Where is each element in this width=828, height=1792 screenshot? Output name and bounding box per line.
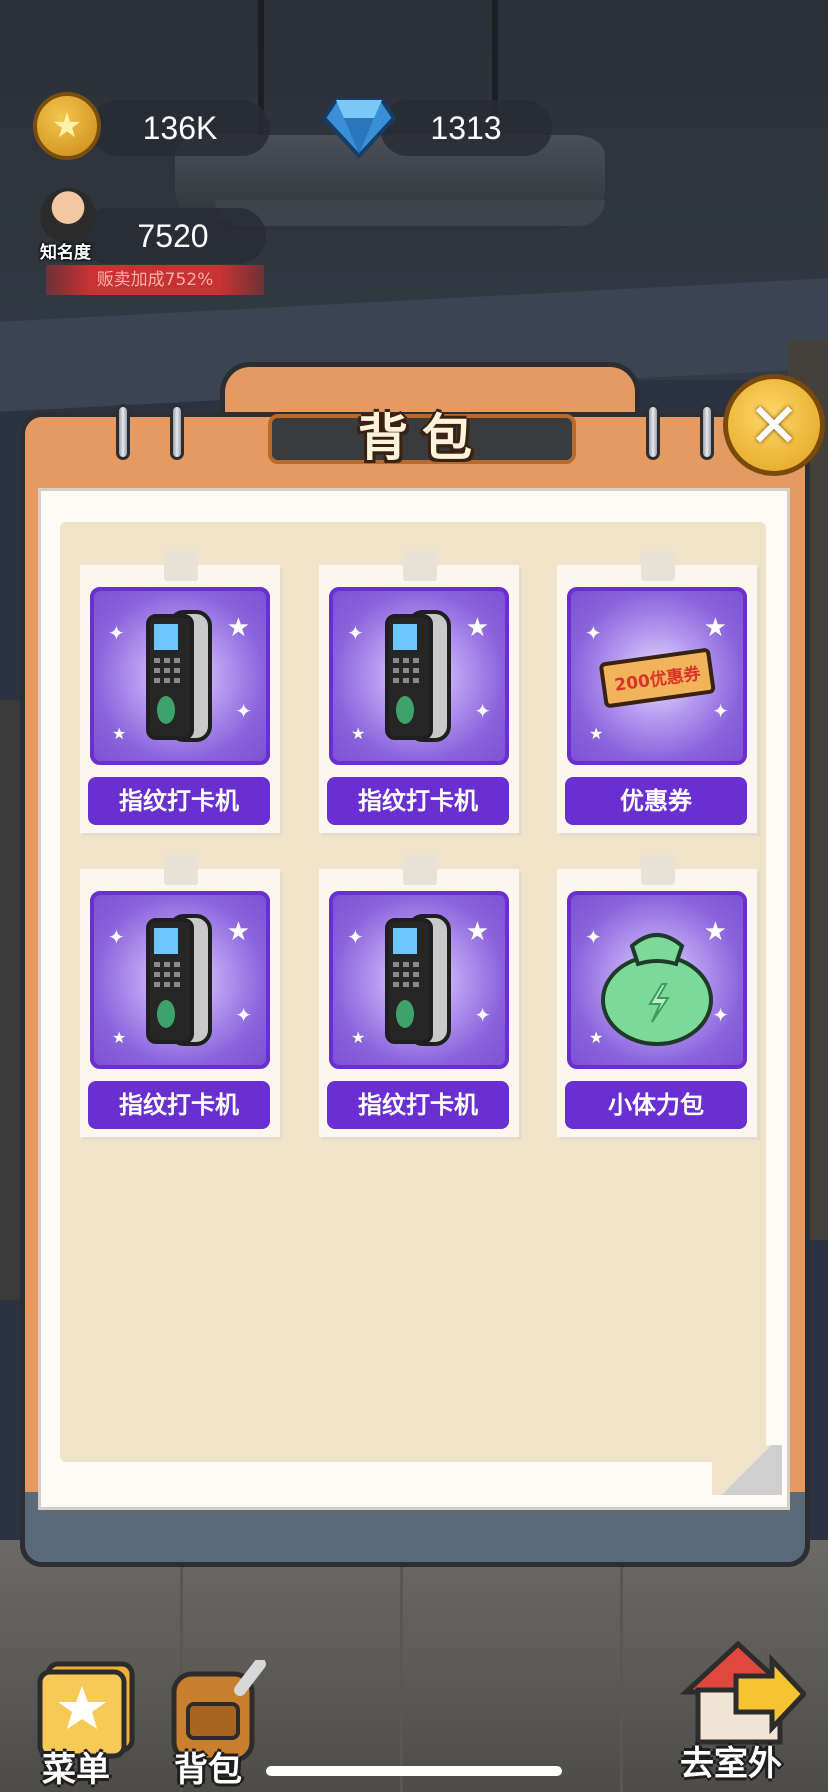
- sales-bonus-banner: 贩卖加成752%: [46, 265, 264, 295]
- bag-label: 背包: [174, 1750, 242, 1790]
- fame-counter: 7520: [80, 208, 266, 264]
- floor-plank: [400, 1540, 403, 1792]
- card-tape: [641, 551, 675, 581]
- energy-bag-icon: [571, 895, 743, 1065]
- modal-title: 背包: [358, 409, 486, 467]
- go-outdoor-button[interactable]: 去室外: [676, 1636, 816, 1784]
- gem-amount: 1313: [430, 110, 502, 146]
- item-card[interactable]: ✦ ★ ✦ ★ 指纹打卡机: [80, 551, 280, 833]
- binder-ring: [646, 404, 660, 460]
- card-tape: [403, 855, 437, 885]
- card-tape: [641, 855, 675, 885]
- item-image: ✦ ★ ✦ ★ 200优惠券: [567, 587, 747, 765]
- fame-amount: 7520: [137, 218, 209, 254]
- item-label: 指纹打卡机: [327, 1081, 509, 1129]
- item-card[interactable]: ✦ ★ ✦ ★ 指纹打卡机: [319, 855, 519, 1137]
- outdoor-label: 去室外: [680, 1744, 782, 1784]
- item-image: ✦ ★ ✦ ★: [329, 587, 509, 765]
- item-label: 小体力包: [565, 1081, 747, 1129]
- card-tape: [164, 855, 198, 885]
- close-button[interactable]: ✕: [723, 374, 825, 476]
- diamond-icon: [322, 98, 396, 158]
- ceiling-lamp-rim: [215, 200, 605, 226]
- item-card[interactable]: ✦ ★ ✦ ★ 小体力包: [557, 855, 757, 1137]
- house-arrow-icon: [679, 1640, 808, 1745]
- item-image: ✦ ★ ✦ ★: [90, 587, 270, 765]
- coupon-icon: 200优惠券: [571, 591, 743, 761]
- avatar: [40, 188, 96, 244]
- home-indicator[interactable]: [266, 1766, 562, 1776]
- item-image: ✦ ★ ✦ ★: [90, 891, 270, 1069]
- item-image: ✦ ★ ✦ ★: [329, 891, 509, 1069]
- menu-button[interactable]: 菜单: [30, 1660, 150, 1790]
- floor-plank: [620, 1540, 623, 1792]
- fame-label: 知名度: [40, 243, 91, 263]
- fingerprint-clock-icon: [94, 591, 266, 761]
- fingerprint-clock-icon: [333, 591, 505, 761]
- item-card[interactable]: ✦ ★ ✦ ★ 指纹打卡机: [80, 855, 280, 1137]
- gem-counter: 1313: [380, 100, 552, 156]
- item-label: 优惠券: [565, 777, 747, 825]
- item-card[interactable]: ✦ ★ ✦ ★ 指纹打卡机: [319, 551, 519, 833]
- coin-icon: ★: [33, 92, 101, 160]
- item-image: ✦ ★ ✦ ★: [567, 891, 747, 1069]
- bag-button[interactable]: 背包: [160, 1658, 280, 1790]
- coin-counter: 136K: [90, 100, 270, 156]
- menu-label: 菜单: [42, 1750, 110, 1790]
- card-tape: [164, 551, 198, 581]
- binder-ring: [170, 404, 184, 460]
- binder-ring: [116, 404, 130, 460]
- card-tape: [403, 551, 437, 581]
- item-label: 指纹打卡机: [327, 777, 509, 825]
- item-label: 指纹打卡机: [88, 1081, 270, 1129]
- coin-amount: 136K: [142, 110, 218, 146]
- fingerprint-clock-icon: [333, 895, 505, 1065]
- item-card[interactable]: ✦ ★ ✦ ★ 200优惠券优惠券: [557, 551, 757, 833]
- close-icon: ✕: [748, 388, 800, 462]
- item-label: 指纹打卡机: [88, 777, 270, 825]
- binder-ring: [700, 404, 714, 460]
- paper-corner-fold: [712, 1445, 782, 1495]
- fingerprint-clock-icon: [94, 895, 266, 1065]
